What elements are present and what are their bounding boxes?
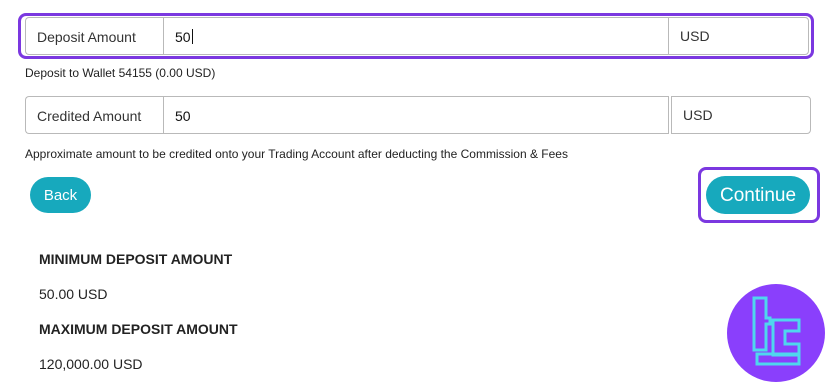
deposit-highlight-frame (18, 13, 814, 59)
credited-currency-unit: USD (671, 96, 811, 134)
max-deposit-value: 120,000.00 USD (39, 356, 143, 372)
min-deposit-value: 50.00 USD (39, 286, 108, 302)
wallet-note: Deposit to Wallet 54155 (0.00 USD) (25, 66, 216, 80)
tc-brand-logo-icon (727, 284, 825, 382)
credited-amount-value: 50 (175, 108, 191, 124)
credited-amount-row: Credited Amount 50 USD (25, 96, 811, 134)
deposit-form: Deposit Amount 50 USD Deposit to Wallet … (0, 0, 836, 389)
back-button[interactable]: Back (30, 177, 91, 213)
max-deposit-heading: MAXIMUM DEPOSIT AMOUNT (39, 321, 238, 337)
credited-amount-input[interactable]: 50 (163, 96, 669, 134)
continue-button[interactable]: Continue (706, 176, 810, 214)
credited-amount-label: Credited Amount (25, 96, 163, 134)
credited-note: Approximate amount to be credited onto y… (25, 147, 568, 161)
min-deposit-heading: MINIMUM DEPOSIT AMOUNT (39, 251, 233, 267)
